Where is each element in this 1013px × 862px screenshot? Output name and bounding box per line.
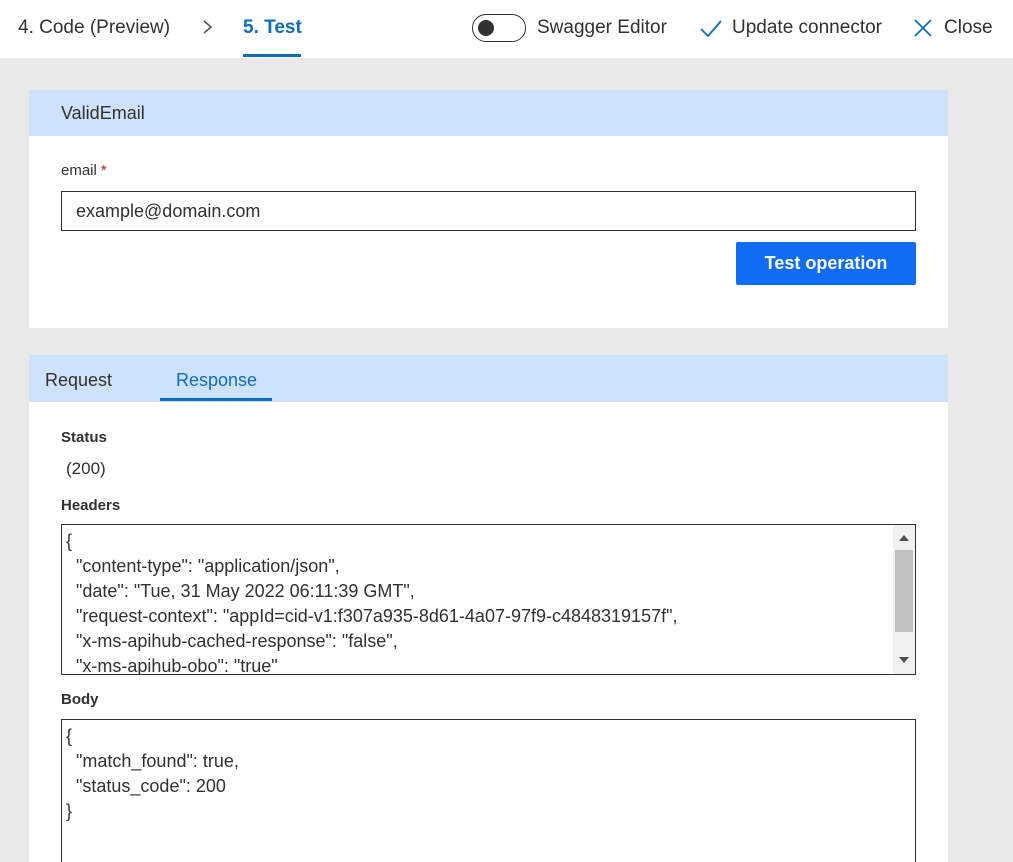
chevron-right-icon <box>203 20 213 34</box>
headers-label: Headers <box>61 497 121 514</box>
operation-title: ValidEmail <box>29 90 948 136</box>
email-field-label: email * <box>61 162 107 179</box>
scroll-down-arrow-icon[interactable] <box>899 657 909 663</box>
body-line: } <box>66 801 73 821</box>
body-textarea[interactable]: { "match_found": true, "status_code": 20… <box>61 719 916 862</box>
scroll-up-arrow-icon[interactable] <box>899 535 909 541</box>
body-label: Body <box>61 691 99 708</box>
toggle-knob <box>478 20 494 36</box>
headers-line: { <box>66 531 73 551</box>
headers-line: "x-ms-apihub-obo": "true" <box>66 656 278 675</box>
step-test[interactable]: 5. Test <box>243 16 302 40</box>
headers-line: "x-ms-apihub-cached-response": "false", <box>66 631 398 651</box>
close-button[interactable]: Close <box>944 16 993 40</box>
close-icon[interactable] <box>910 15 936 41</box>
body-line: "status_code": 200 <box>66 776 226 796</box>
checkmark-icon[interactable] <box>698 15 724 41</box>
swagger-editor-label: Swagger Editor <box>537 17 667 38</box>
headers-scrollbar[interactable] <box>893 525 915 674</box>
headers-line: "request-context": "appId=cid-v1:f307a93… <box>66 606 678 626</box>
tab-response[interactable]: Response <box>176 368 257 392</box>
email-label-text: email <box>61 162 97 179</box>
required-marker: * <box>100 162 107 179</box>
scrollbar-thumb[interactable] <box>895 550 913 632</box>
result-card: Request Response Status (200) Headers { … <box>29 355 948 862</box>
headers-line: "date": "Tue, 31 May 2022 06:11:39 GMT", <box>66 581 415 601</box>
status-label: Status <box>61 429 107 446</box>
headers-line: "content-type": "application/json", <box>66 556 340 576</box>
test-operation-button[interactable]: Test operation <box>736 242 916 285</box>
status-value: (200) <box>66 459 106 478</box>
result-tabs: Request Response <box>29 355 948 402</box>
headers-textarea[interactable]: { "content-type": "application/json", "d… <box>61 524 916 675</box>
operation-card: ValidEmail email* Test operation <box>29 90 948 328</box>
top-bar: 4. Code (Preview) 5. Test Swagger Editor… <box>0 0 1013 58</box>
body-line: { <box>66 726 73 746</box>
active-tab-indicator <box>160 398 272 401</box>
step-code-preview[interactable]: 4. Code (Preview) <box>18 16 170 40</box>
update-connector-button[interactable]: Update connector <box>732 16 882 40</box>
tab-request[interactable]: Request <box>45 368 112 392</box>
active-step-indicator <box>243 54 301 57</box>
body-line: "match_found": true, <box>66 751 239 771</box>
email-input[interactable] <box>61 191 916 231</box>
swagger-editor-toggle[interactable] <box>472 14 526 42</box>
